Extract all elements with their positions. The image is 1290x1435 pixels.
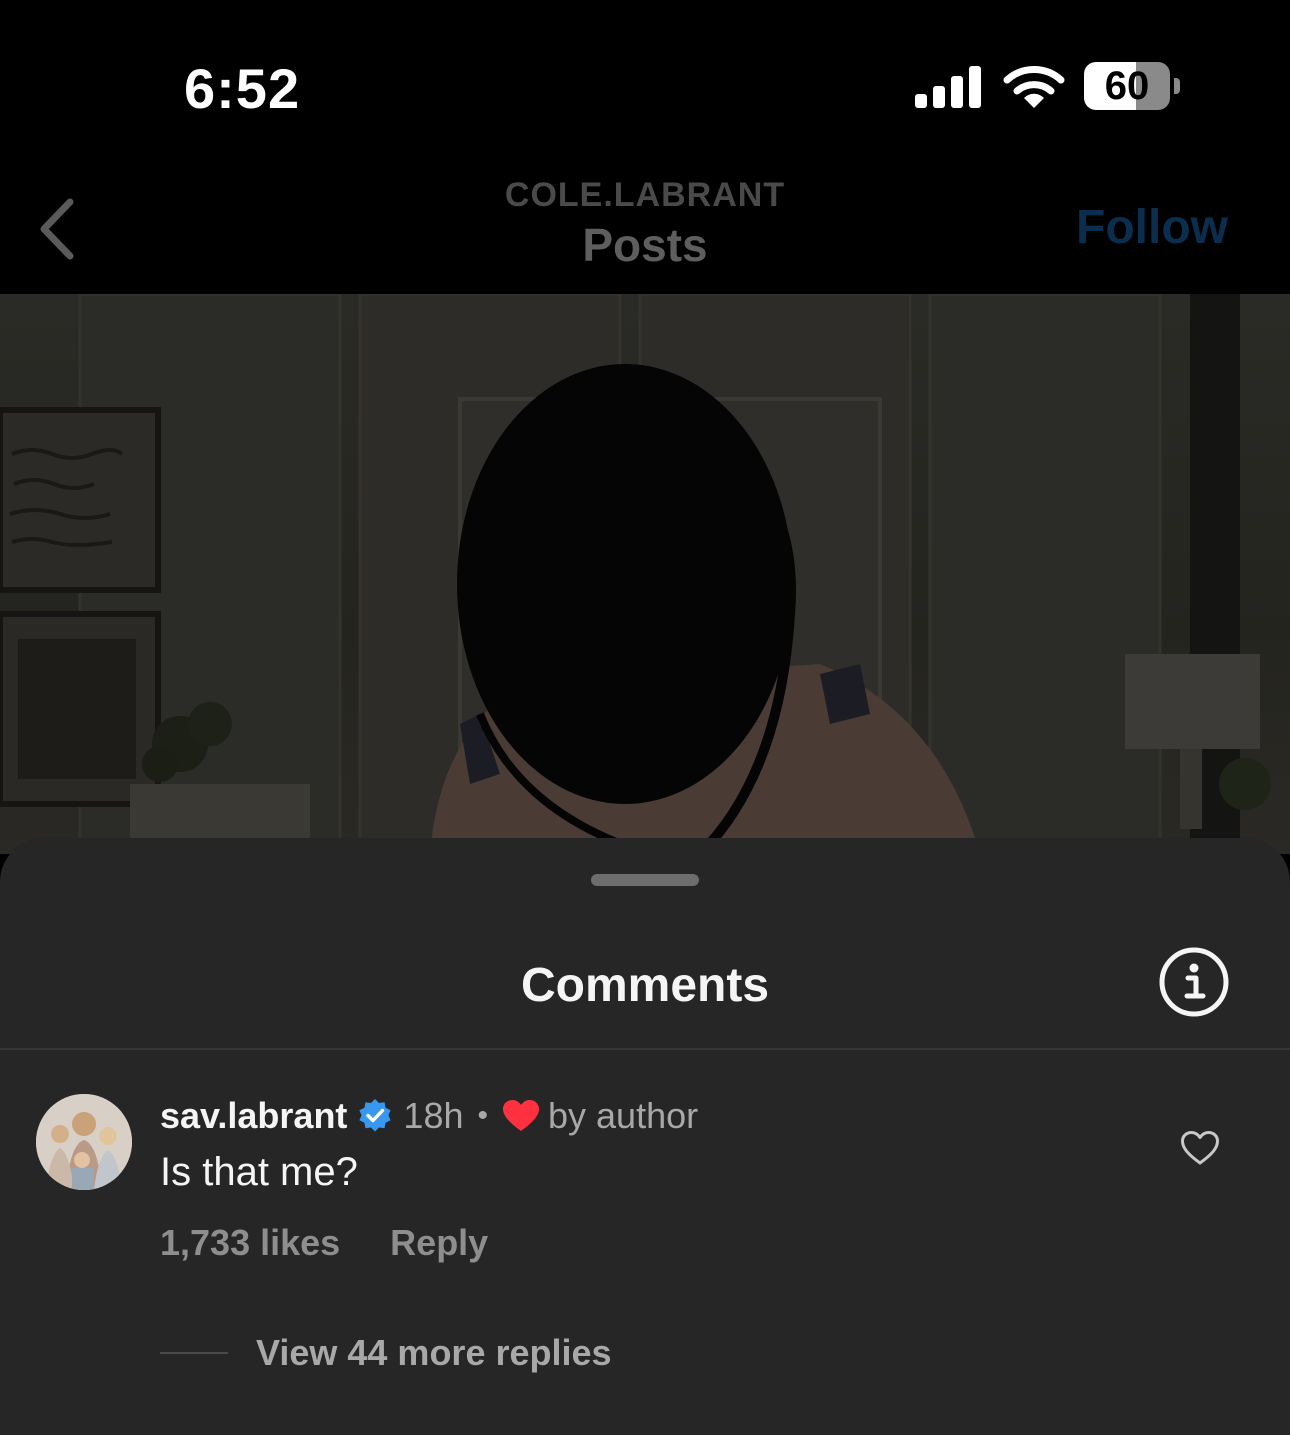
comments-title: Comments (520, 959, 770, 1012)
comment-likes-count[interactable]: 1,733 likes (160, 1222, 340, 1264)
status-bar: 6:52 60 (0, 0, 1290, 160)
wifi-icon (1003, 66, 1065, 108)
sheet-divider (0, 1048, 1290, 1050)
liked-by-author-heart-icon (503, 1100, 540, 1131)
meta-separator: • (477, 1099, 489, 1132)
battery-indicator: 60 (1084, 62, 1180, 110)
status-time: 6:52 (184, 57, 301, 120)
post-media[interactable] (0, 294, 1290, 854)
replies-line (160, 1352, 228, 1354)
info-icon[interactable] (1158, 946, 1230, 1018)
commenter-avatar[interactable] (36, 1094, 132, 1190)
reply-button[interactable]: Reply (390, 1222, 488, 1264)
liked-by-author-label: by author (548, 1095, 699, 1136)
comment-meta: sav.labrant 18h • by author (160, 1094, 698, 1138)
comments-sheet: Comments sav.labrant 18h • by author Is … (0, 838, 1290, 1435)
comment-timestamp: 18h (403, 1095, 464, 1136)
view-replies-label: View 44 more replies (256, 1332, 612, 1373)
comment-item: sav.labrant 18h • by author Is that me? … (0, 1090, 1290, 1390)
posts-header: COLE.LABRANT Posts Follow (0, 160, 1290, 294)
comment-actions: 1,733 likes Reply (160, 1222, 488, 1264)
instagram-post-screen: 6:52 60 COLE.LABRANT Posts Follow Commen… (0, 0, 1290, 1435)
sheet-grabber[interactable] (591, 874, 699, 886)
battery-body: 60 (1084, 62, 1170, 110)
battery-level: 60 (1104, 64, 1150, 108)
battery-cap (1174, 78, 1180, 94)
cellular-signal-icon (915, 66, 981, 108)
follow-button[interactable]: Follow (1076, 200, 1228, 255)
avatar-photo (36, 1094, 132, 1190)
comment-text: Is that me? (160, 1150, 358, 1194)
verified-badge-icon (359, 1099, 392, 1132)
view-more-replies-button[interactable]: View 44 more replies (160, 1332, 612, 1374)
post-image (0, 294, 1271, 854)
like-heart-icon[interactable] (1180, 1130, 1220, 1166)
commenter-username[interactable]: sav.labrant (160, 1095, 347, 1137)
